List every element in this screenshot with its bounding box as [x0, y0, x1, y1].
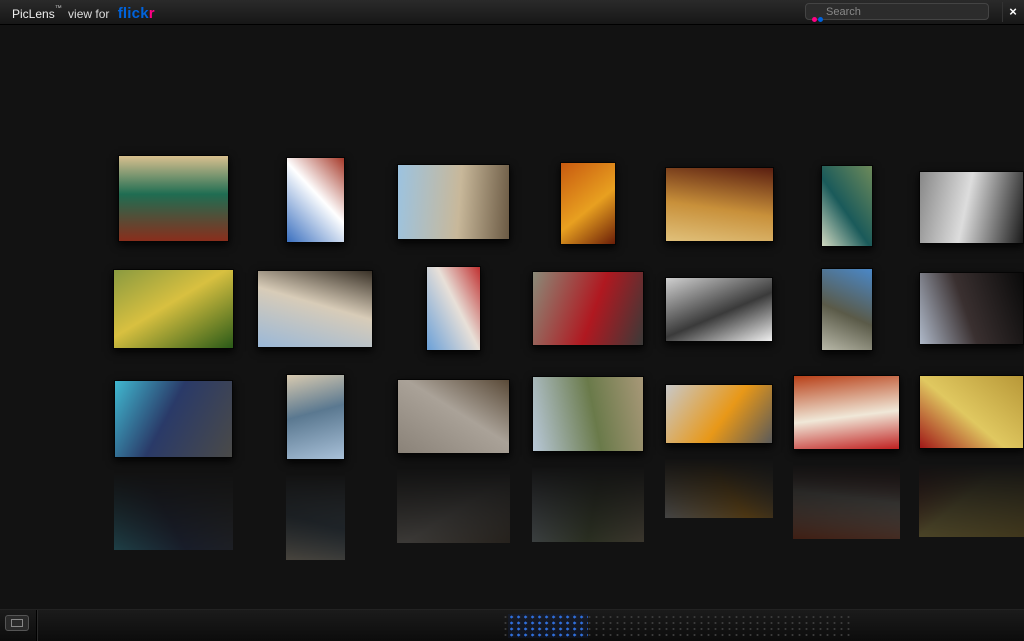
- photo-thumbnail[interactable]: [560, 162, 616, 245]
- photo-thumbnail[interactable]: [114, 380, 233, 458]
- photo-thumbnail[interactable]: [426, 266, 481, 351]
- photo-reflection: [919, 463, 1024, 537]
- search-box[interactable]: [805, 3, 989, 22]
- flickr-logo-part1: flick: [117, 5, 149, 22]
- photo-reflection: [114, 472, 233, 550]
- search-input[interactable]: [826, 5, 984, 18]
- photo-thumbnail[interactable]: [113, 269, 234, 349]
- photo-thumbnail[interactable]: [532, 376, 644, 452]
- photo-thumbnail[interactable]: [532, 271, 644, 346]
- photo-thumbnail[interactable]: [397, 379, 510, 454]
- photo-reflection: [793, 464, 900, 539]
- photo-thumbnail[interactable]: [919, 375, 1024, 449]
- photo-reflection: [665, 458, 773, 518]
- photo-thumbnail[interactable]: [919, 272, 1024, 345]
- wall-scrollbar[interactable]: [502, 614, 854, 638]
- photo-thumbnail[interactable]: [397, 164, 510, 240]
- photo-reflection: [532, 466, 644, 542]
- flickr-logo: flickr: [118, 5, 155, 22]
- photo-thumbnail[interactable]: [665, 384, 773, 444]
- photo-thumbnail[interactable]: [665, 167, 774, 242]
- scrollbar-thumb[interactable]: [508, 614, 588, 638]
- toolbar-divider: [36, 610, 37, 641]
- flickr-logo-part2: r: [148, 5, 155, 22]
- fullscreen-icon[interactable]: [5, 615, 29, 631]
- photo-thumbnail[interactable]: [793, 375, 900, 450]
- app-brand: PicLens™ view for flickr: [12, 5, 155, 22]
- brand-name: PicLens: [12, 7, 55, 21]
- trademark-mark: ™: [54, 5, 62, 12]
- photo-thumbnail[interactable]: [118, 155, 229, 242]
- photo-thumbnail[interactable]: [665, 277, 773, 342]
- bottom-toolbar: [0, 609, 1024, 641]
- photo-thumbnail[interactable]: [821, 165, 873, 247]
- photo-thumbnail[interactable]: [257, 270, 373, 348]
- photo-thumbnail[interactable]: [286, 157, 345, 243]
- view-for-label: view for: [68, 7, 110, 21]
- close-button[interactable]: ×: [1002, 2, 1023, 22]
- top-toolbar: PicLens™ view for flickr ×: [0, 0, 1024, 25]
- photo-thumbnail[interactable]: [919, 171, 1024, 244]
- photo-reflection: [397, 468, 510, 543]
- photo-reflection: [286, 474, 345, 560]
- photo-thumbnail[interactable]: [821, 268, 873, 351]
- photo-wall: [0, 25, 1024, 608]
- photo-thumbnail[interactable]: [286, 374, 345, 460]
